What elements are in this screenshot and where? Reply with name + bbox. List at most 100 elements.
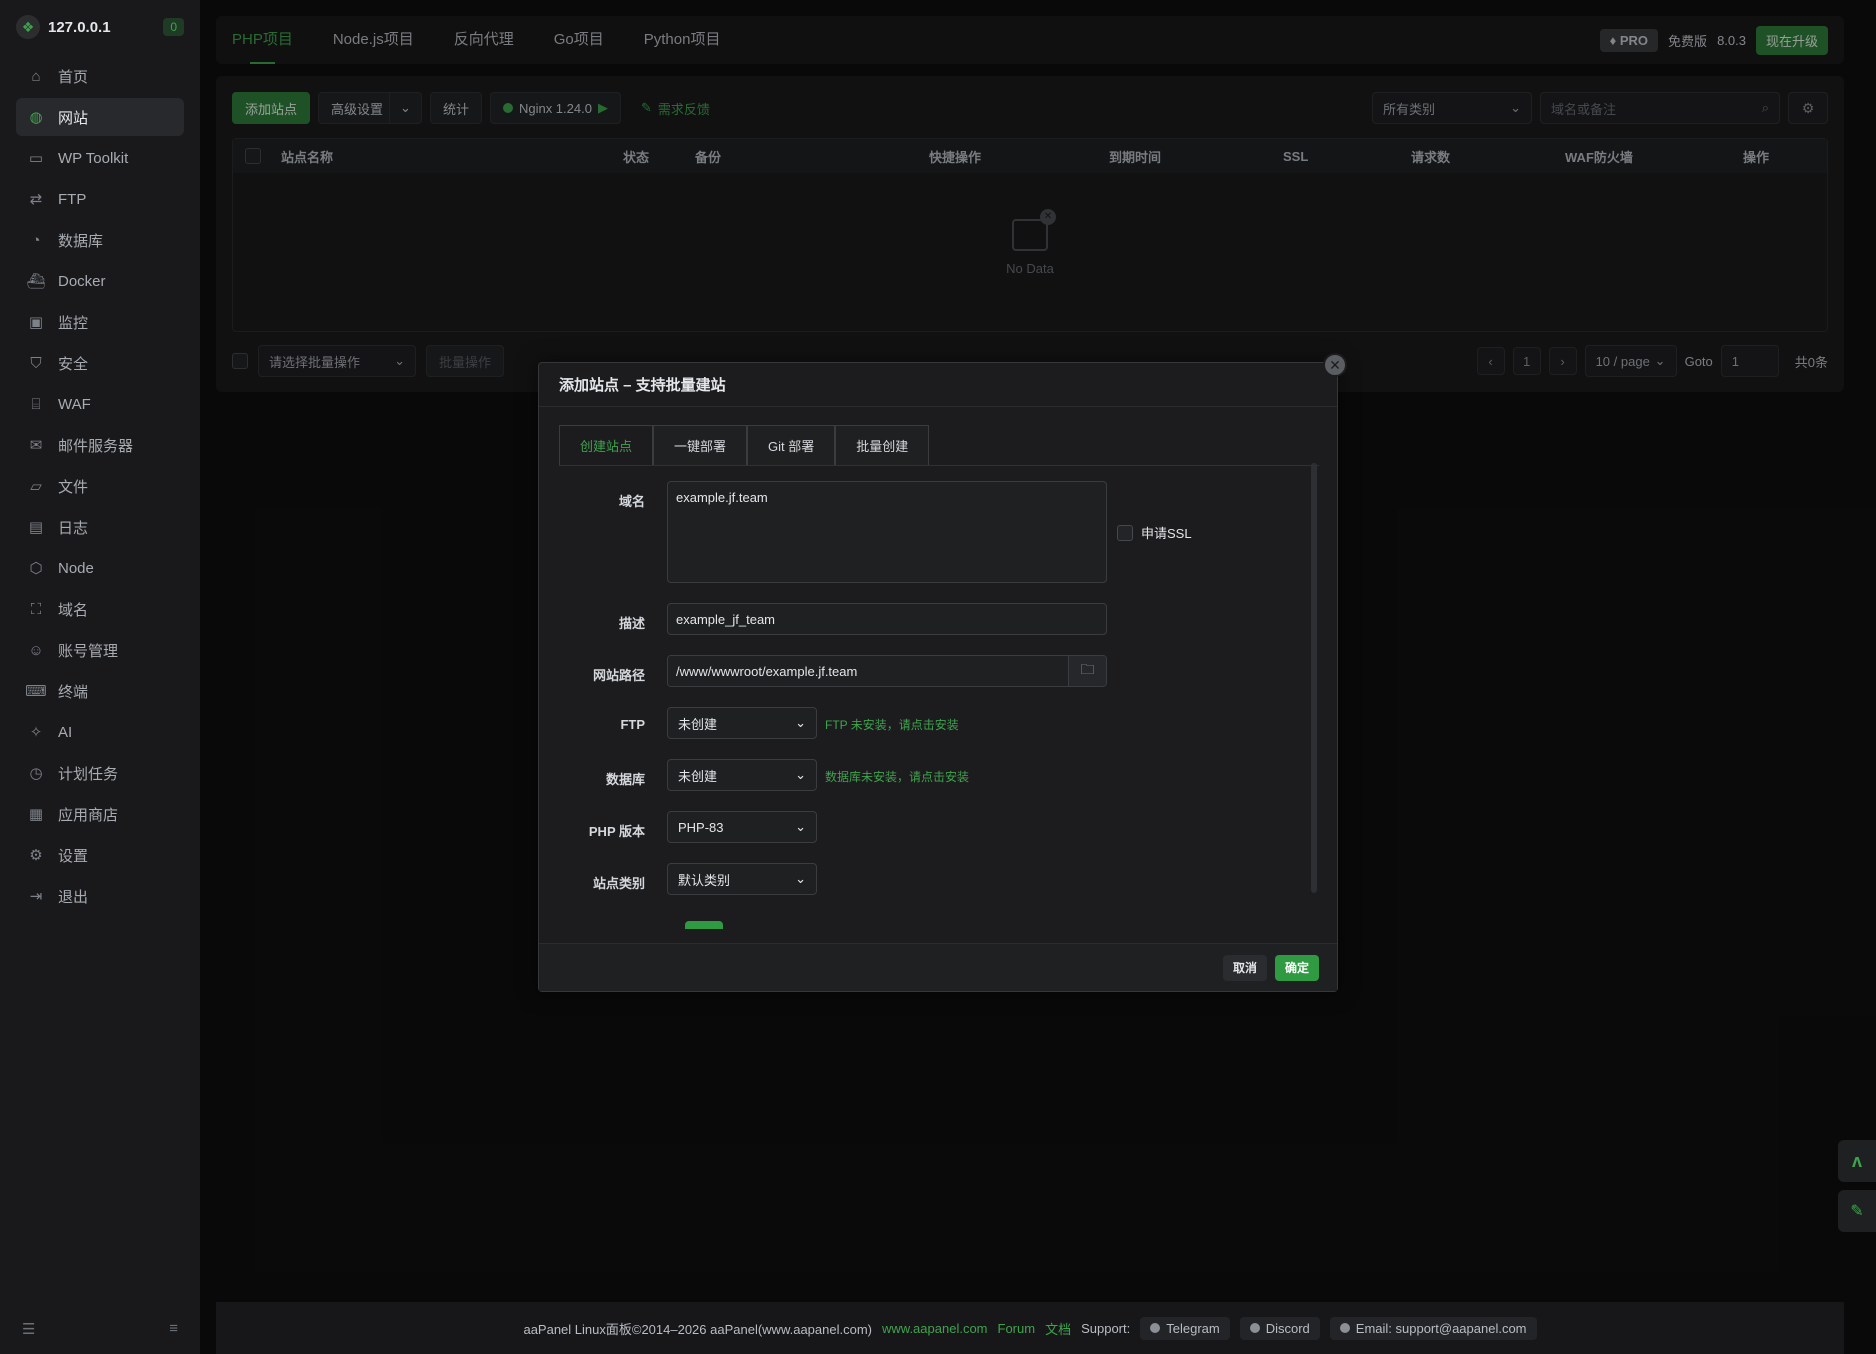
email-link[interactable]: Email: support@aapanel.com bbox=[1329, 1316, 1537, 1340]
description-input[interactable]: example_jf_team bbox=[667, 603, 1107, 635]
ftp-select[interactable]: 未创建 ⌄ bbox=[667, 707, 817, 739]
path-row: 网站路径 /www/wwwroot/example.jf.team 🗀 bbox=[559, 655, 1107, 687]
dialog-tab-2[interactable]: Git 部署 bbox=[747, 425, 836, 465]
ai-assistant-widget[interactable]: ʌ bbox=[1838, 1140, 1876, 1182]
sidebar-item-7[interactable]: ⛉ 安全 bbox=[16, 344, 184, 382]
ftp-install-link[interactable]: FTP 未安装，请点击安装 bbox=[817, 707, 959, 733]
ai-sparkle-icon: ✧ bbox=[29, 724, 43, 741]
sidebar-item-12[interactable]: ⬡ Node bbox=[16, 549, 184, 587]
docs-link[interactable]: 文档 bbox=[1045, 1319, 1071, 1338]
dialog-tab-3[interactable]: 批量创建 bbox=[835, 425, 930, 465]
notification-badge[interactable]: 0 bbox=[163, 18, 184, 36]
user-icon: ☺ bbox=[28, 641, 44, 659]
telegram-link[interactable]: Telegram bbox=[1140, 1316, 1230, 1340]
node-icon: ⬡ bbox=[29, 560, 43, 577]
forum-link[interactable]: Forum bbox=[998, 1321, 1036, 1336]
sidebar-item-label: 终端 bbox=[58, 683, 89, 701]
sidebar-item-label: Docker bbox=[58, 272, 106, 290]
database-select[interactable]: 未创建 ⌄ bbox=[667, 759, 817, 791]
chevron-down-icon: ⌄ bbox=[795, 871, 806, 886]
folder-icon[interactable]: 🗀 bbox=[1068, 656, 1106, 686]
docker-icon: ⛴ bbox=[26, 273, 46, 290]
site-category-select[interactable]: 默认类别 ⌄ bbox=[667, 863, 817, 895]
sidebar-item-19[interactable]: ⚙ 设置 bbox=[16, 836, 184, 874]
sidebar-item-18[interactable]: ▦ 应用商店 bbox=[16, 795, 184, 833]
apply-ssl-option[interactable]: 申请SSL bbox=[1117, 523, 1192, 542]
sidebar-item-label: 日志 bbox=[58, 519, 89, 537]
sidebar-item-2[interactable]: ▭ WP Toolkit bbox=[16, 139, 184, 177]
site-path-input[interactable]: /www/wwwroot/example.jf.team bbox=[668, 656, 1068, 686]
store-icon: ▦ bbox=[28, 806, 44, 823]
feedback-widget[interactable]: ✎ bbox=[1838, 1190, 1876, 1232]
terminal-icon: ⌨ bbox=[25, 683, 47, 700]
wordpress-icon: ▭ bbox=[28, 150, 44, 167]
sidebar-item-0[interactable]: ⌂ 首页 bbox=[16, 57, 184, 95]
sidebar-item-label: 邮件服务器 bbox=[58, 437, 134, 455]
sidebar-item-4[interactable]: ◔ 数据库 bbox=[16, 221, 184, 259]
sidebar-item-label: 域名 bbox=[58, 601, 89, 619]
sidebar-item-11[interactable]: ▤ 日志 bbox=[16, 508, 184, 546]
sidebar-item-label: 账号管理 bbox=[58, 642, 119, 660]
discord-link[interactable]: Discord bbox=[1239, 1316, 1320, 1340]
menu-list-icon[interactable]: ≡ bbox=[169, 1320, 178, 1338]
sidebar-item-16[interactable]: ✧ AI bbox=[16, 713, 184, 751]
sidebar-item-9[interactable]: ✉ 邮件服务器 bbox=[16, 426, 184, 464]
site-path-field[interactable]: /www/wwwroot/example.jf.team 🗀 bbox=[667, 655, 1107, 687]
sidebar-item-15[interactable]: ⌨ 终端 bbox=[16, 672, 184, 710]
sidebar-item-20[interactable]: ⇥ 退出 bbox=[16, 877, 184, 915]
sidebar-item-17[interactable]: ◷ 计划任务 bbox=[16, 754, 184, 792]
sidebar-item-label: 计划任务 bbox=[58, 765, 119, 783]
dialog-scrollbar[interactable] bbox=[1311, 463, 1317, 893]
aapanel-logo-icon: ❖ bbox=[16, 15, 40, 39]
sidebar-item-label: 安全 bbox=[58, 355, 89, 373]
php-version-value: PHP-83 bbox=[678, 819, 724, 835]
settings-icon: ⚙ bbox=[29, 847, 43, 864]
copyright-text: aaPanel Linux面板©2014–2026 aaPanel(www.aa… bbox=[523, 1321, 872, 1337]
clock-icon: ◷ bbox=[29, 765, 43, 782]
monitor-icon: ▣ bbox=[28, 314, 44, 331]
logout-icon: ⇥ bbox=[29, 888, 43, 905]
sidebar-item-13[interactable]: ⛶ 域名 bbox=[16, 590, 184, 628]
close-icon[interactable]: ✕ bbox=[1323, 353, 1347, 377]
collapse-sidebar-icon[interactable]: ☰ bbox=[22, 1320, 35, 1338]
ssl-checkbox[interactable] bbox=[1117, 524, 1133, 541]
sidebar-item-10[interactable]: ▱ 文件 bbox=[16, 467, 184, 505]
sidebar-item-8[interactable]: ⌸ WAF bbox=[16, 385, 184, 423]
sidebar-header: ❖ 127.0.0.1 0 bbox=[0, 0, 200, 54]
php-version-select[interactable]: PHP-83 ⌄ bbox=[667, 811, 817, 843]
sidebar-item-6[interactable]: ▣ 监控 bbox=[16, 303, 184, 341]
sidebar-item-label: 文件 bbox=[58, 478, 89, 496]
cancel-button[interactable]: 取消 bbox=[1222, 954, 1267, 981]
dialog-tab-0[interactable]: 创建站点 bbox=[559, 425, 654, 465]
description-label: 描述 bbox=[618, 616, 645, 631]
mail-icon: ✉ bbox=[29, 437, 43, 454]
confirm-button[interactable]: 确定 bbox=[1274, 954, 1319, 981]
transfer-icon: ⇄ bbox=[29, 191, 43, 208]
database-select-value: 未创建 bbox=[678, 768, 718, 784]
add-site-dialog: ✕ 添加站点 – 支持批量建站 创建站点 一键部署 Git 部署 批量创建 域名 ex… bbox=[538, 353, 1347, 992]
sidebar-item-5[interactable]: ⛴ Docker bbox=[16, 262, 184, 300]
server-host: 127.0.0.1 bbox=[48, 18, 111, 36]
discord-icon bbox=[1249, 1323, 1260, 1333]
domain-icon: ⛶ bbox=[30, 600, 42, 618]
sidebar-item-3[interactable]: ⇄ FTP bbox=[16, 180, 184, 218]
site-category-value: 默认类别 bbox=[678, 872, 731, 888]
chevron-down-icon: ⌄ bbox=[795, 819, 806, 834]
telegram-label: Telegram bbox=[1166, 1320, 1220, 1336]
sidebar-item-label: 数据库 bbox=[58, 232, 104, 250]
site-category-row: 站点类别 默认类别 ⌄ bbox=[559, 863, 817, 895]
domain-textarea[interactable]: example.jf.team bbox=[667, 481, 1107, 583]
ftp-row: FTP 未创建 ⌄ FTP 未安装，请点击安装 bbox=[559, 707, 959, 739]
partially-visible-toggle[interactable] bbox=[685, 921, 723, 929]
firewall-icon: ⌸ bbox=[31, 395, 41, 413]
dialog-tabs: 创建站点 一键部署 Git 部署 批量创建 bbox=[559, 425, 1319, 466]
domain-label: 域名 bbox=[618, 494, 645, 509]
support-label: Support: bbox=[1081, 1320, 1131, 1336]
sidebar-item-label: 退出 bbox=[58, 888, 89, 906]
sidebar-item-1[interactable]: ◍ 网站 bbox=[16, 98, 184, 136]
sidebar-item-14[interactable]: ☺ 账号管理 bbox=[16, 631, 184, 669]
dialog-tab-1[interactable]: 一键部署 bbox=[653, 425, 748, 465]
database-install-link[interactable]: 数据库未安装，请点击安装 bbox=[817, 759, 969, 785]
website-link[interactable]: www.aapanel.com bbox=[882, 1321, 988, 1336]
email-label: Email: support@aapanel.com bbox=[1355, 1320, 1527, 1336]
